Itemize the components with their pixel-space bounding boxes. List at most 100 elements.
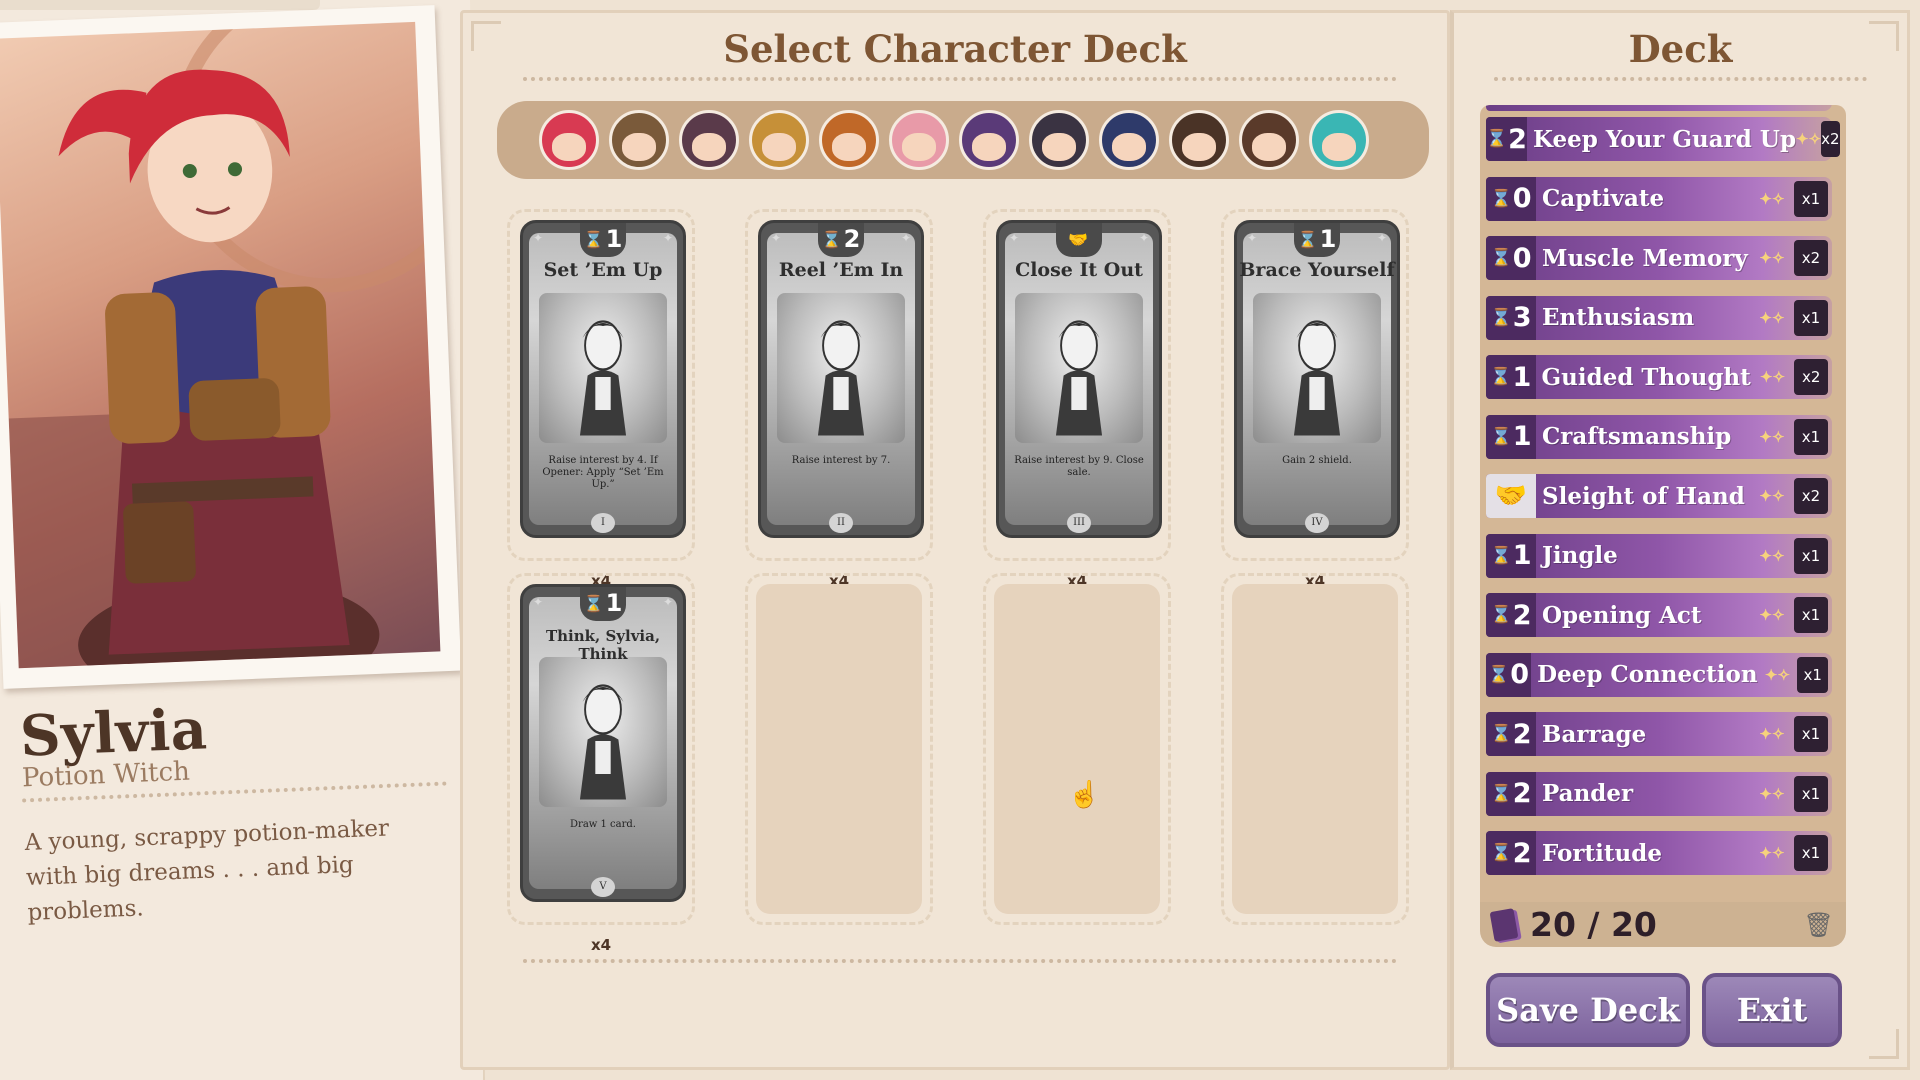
exit-button[interactable]: Exit [1702, 973, 1842, 1047]
sparkle-icon: ✦ [662, 231, 673, 245]
character-face-icon [972, 133, 1006, 161]
character-portrait-spiky[interactable] [1169, 110, 1229, 170]
sparkle-icon: ✦✧ [1764, 665, 1791, 684]
deck-row[interactable]: ⌛ 0 Captivate ✦✧ x1 [1486, 176, 1832, 221]
deck-row[interactable]: ⌛ 1 Jingle ✦✧ x1 [1486, 533, 1832, 578]
deck-row[interactable]: ⌛ 2 Barrage ✦✧ x1 [1486, 712, 1832, 756]
hourglass-icon: ⌛ [821, 229, 842, 249]
card-title: Think, Sylvia, Think [545, 627, 661, 663]
card[interactable]: ✦ ✦ ⌛ 1 Brace Yourself Gain 2 shield. IV [1234, 220, 1400, 538]
card-cost: ⌛ 1 [1294, 223, 1340, 257]
photo-backing [0, 0, 320, 10]
row-quantity: x2 [1821, 121, 1840, 157]
row-quantity: x1 [1794, 835, 1828, 871]
hourglass-icon: ⌛ [1486, 129, 1508, 149]
character-face-icon [1042, 133, 1076, 161]
character-portrait-hat-guy[interactable] [1239, 110, 1299, 170]
hourglass-icon: ⌛ [1297, 229, 1318, 249]
card-slot[interactable]: ✦ ✦ ⌛ 2 Reel ’Em In Raise interest by 7. [745, 209, 933, 590]
empty-card-slot[interactable] [1221, 573, 1409, 925]
sparkle-icon: ✦ [662, 595, 673, 609]
row-card-name: Enthusiasm [1542, 304, 1695, 331]
sparkle-icon: ✦ [771, 231, 782, 245]
sparkle-icon: ✦ [1009, 231, 1020, 245]
deck-row[interactable]: ⌛ 2 Opening Act ✦✧ x1 [1486, 593, 1832, 637]
hourglass-icon: ⌛ [1490, 724, 1512, 744]
row-cost-value: 1 [1512, 361, 1532, 393]
row-card-name: Fortitude [1542, 839, 1662, 867]
card[interactable]: ✦ ✦ ⌛ 1 Set ’Em Up Raise interest by 4. … [520, 220, 686, 538]
sparkle-icon: ✦✧ [1796, 130, 1822, 148]
character-portrait-goggles[interactable] [609, 110, 669, 170]
character-portrait-pink-cat[interactable] [889, 110, 949, 170]
card[interactable]: ✦ ✦ ⌛ 2 Reel ’Em In Raise interest by 7. [758, 220, 924, 538]
character-portrait-golden[interactable] [749, 110, 809, 170]
deck-row[interactable]: ⌛ 2 Fortitude ✦✧ x1 [1486, 831, 1832, 875]
character-face-icon [1322, 133, 1356, 161]
deck-row[interactable]: 🤝 Sleight of Hand ✦✧ x2 [1486, 474, 1832, 518]
handshake-icon: 🤝 [1494, 481, 1528, 511]
row-quantity: x1 [1794, 299, 1828, 336]
deck-row[interactable]: ⌛ 1 Craftsmanship ✦✧ x1 [1486, 414, 1832, 459]
hourglass-icon: ⌛ [1490, 367, 1512, 387]
sparkle-icon: ✦✧ [1759, 308, 1785, 327]
deck-cards-icon [1489, 907, 1519, 942]
character-description: A young, scrappy potion-maker with big d… [24, 815, 390, 926]
card-numeral: V [591, 877, 615, 897]
card-illustration [777, 293, 905, 443]
row-card-name: Sleight of Hand [1542, 482, 1745, 510]
row-card-name: Opening Act [1542, 601, 1702, 629]
card-slot[interactable]: ✦ ✦ ⌛ 1 Brace Yourself Gain 2 shield. IV… [1221, 209, 1409, 590]
empty-card-slot[interactable] [745, 573, 933, 925]
row-quantity: x1 [1794, 418, 1828, 455]
card-slot[interactable]: ✦ ✦ 🤝 Close It Out Raise interest by 9. … [983, 209, 1171, 590]
card[interactable]: ✦ ✦ 🤝 Close It Out Raise interest by 9. … [996, 220, 1162, 538]
deck-row[interactable]: ⌛ 2 Keep Your Guard Up ✦✧ x2 [1486, 117, 1840, 161]
card-title: Brace Yourself [1239, 259, 1395, 281]
character-portrait-black-cat[interactable] [1029, 110, 1089, 170]
card-slot[interactable]: ✦ ✦ ⌛ 1 Think, Sylvia, Think Draw 1 card… [507, 573, 695, 954]
character-portrait-sylvia[interactable] [539, 110, 599, 170]
card-cost: ⌛ 1 [580, 587, 626, 621]
row-cost: ⌛ 1 [1486, 414, 1536, 459]
character-portrait-blue-hair[interactable] [1099, 110, 1159, 170]
character-face-icon [1112, 133, 1146, 161]
character-portrait-teal-hair[interactable] [1309, 110, 1369, 170]
character-face-icon [832, 133, 866, 161]
deck-row[interactable]: ⌛ 1 Guided Thought ✦✧ x2 [1486, 355, 1832, 399]
sparkle-icon: ✦✧ [1759, 368, 1786, 386]
deck-row[interactable]: ⌛ 2 Pander ✦✧ x1 [1486, 771, 1832, 816]
row-cost-value: 1 [1512, 421, 1532, 452]
trash-icon[interactable]: 🗑 [1804, 911, 1834, 939]
character-info-panel: Sylvia Potion Witch A young, scrappy pot… [0, 0, 485, 1080]
empty-card-slot[interactable] [983, 573, 1171, 925]
card-illustration [1253, 293, 1381, 443]
deck-row[interactable]: ⌛ 0 Deep Connection ✦✧ x1 [1486, 652, 1832, 697]
character-portrait-purple-witch[interactable] [959, 110, 1019, 170]
save-deck-button[interactable]: Save Deck [1486, 973, 1690, 1047]
sparkle-icon: ✦✧ [1759, 606, 1785, 624]
row-card-name: Muscle Memory [1542, 244, 1748, 272]
hourglass-icon: ⌛ [1490, 605, 1512, 625]
deck-row[interactable]: ⌛ 0 Muscle Memory ✦✧ x2 [1486, 236, 1832, 280]
card-title: Close It Out [1015, 259, 1143, 281]
character-face-icon [552, 133, 586, 161]
character-portrait-lion[interactable] [819, 110, 879, 170]
hourglass-icon: ⌛ [1490, 188, 1512, 209]
character-portrait-antler[interactable] [679, 110, 739, 170]
card-cost-value: 1 [605, 225, 623, 253]
handshake-icon: 🤝 [1068, 229, 1088, 249]
card-description: Raise interest by 4. If Opener: Apply “S… [542, 455, 664, 490]
deck-count: 20 / 20 [1530, 905, 1657, 944]
row-card-name: Keep Your Guard Up [1532, 125, 1797, 153]
row-quantity: x1 [1794, 180, 1828, 217]
card[interactable]: ✦ ✦ ⌛ 1 Think, Sylvia, Think Draw 1 card… [520, 584, 686, 902]
deck-row[interactable]: ⌛ 3 Enthusiasm ✦✧ x1 [1486, 295, 1832, 340]
hourglass-icon: ⌛ [1490, 783, 1512, 804]
deck-list[interactable]: ⌛ 2 Keep Your Guard Up ✦✧ x2 ⌛ 0 Captivate… [1480, 105, 1846, 902]
card-slot[interactable]: ✦ ✦ ⌛ 1 Set ’Em Up Raise interest by 4. … [507, 209, 695, 590]
empty-slot-fill [994, 584, 1160, 914]
card-cost-value: 2 [843, 225, 861, 253]
character-face-icon [1252, 133, 1286, 161]
row-card-name: Barrage [1542, 720, 1647, 748]
